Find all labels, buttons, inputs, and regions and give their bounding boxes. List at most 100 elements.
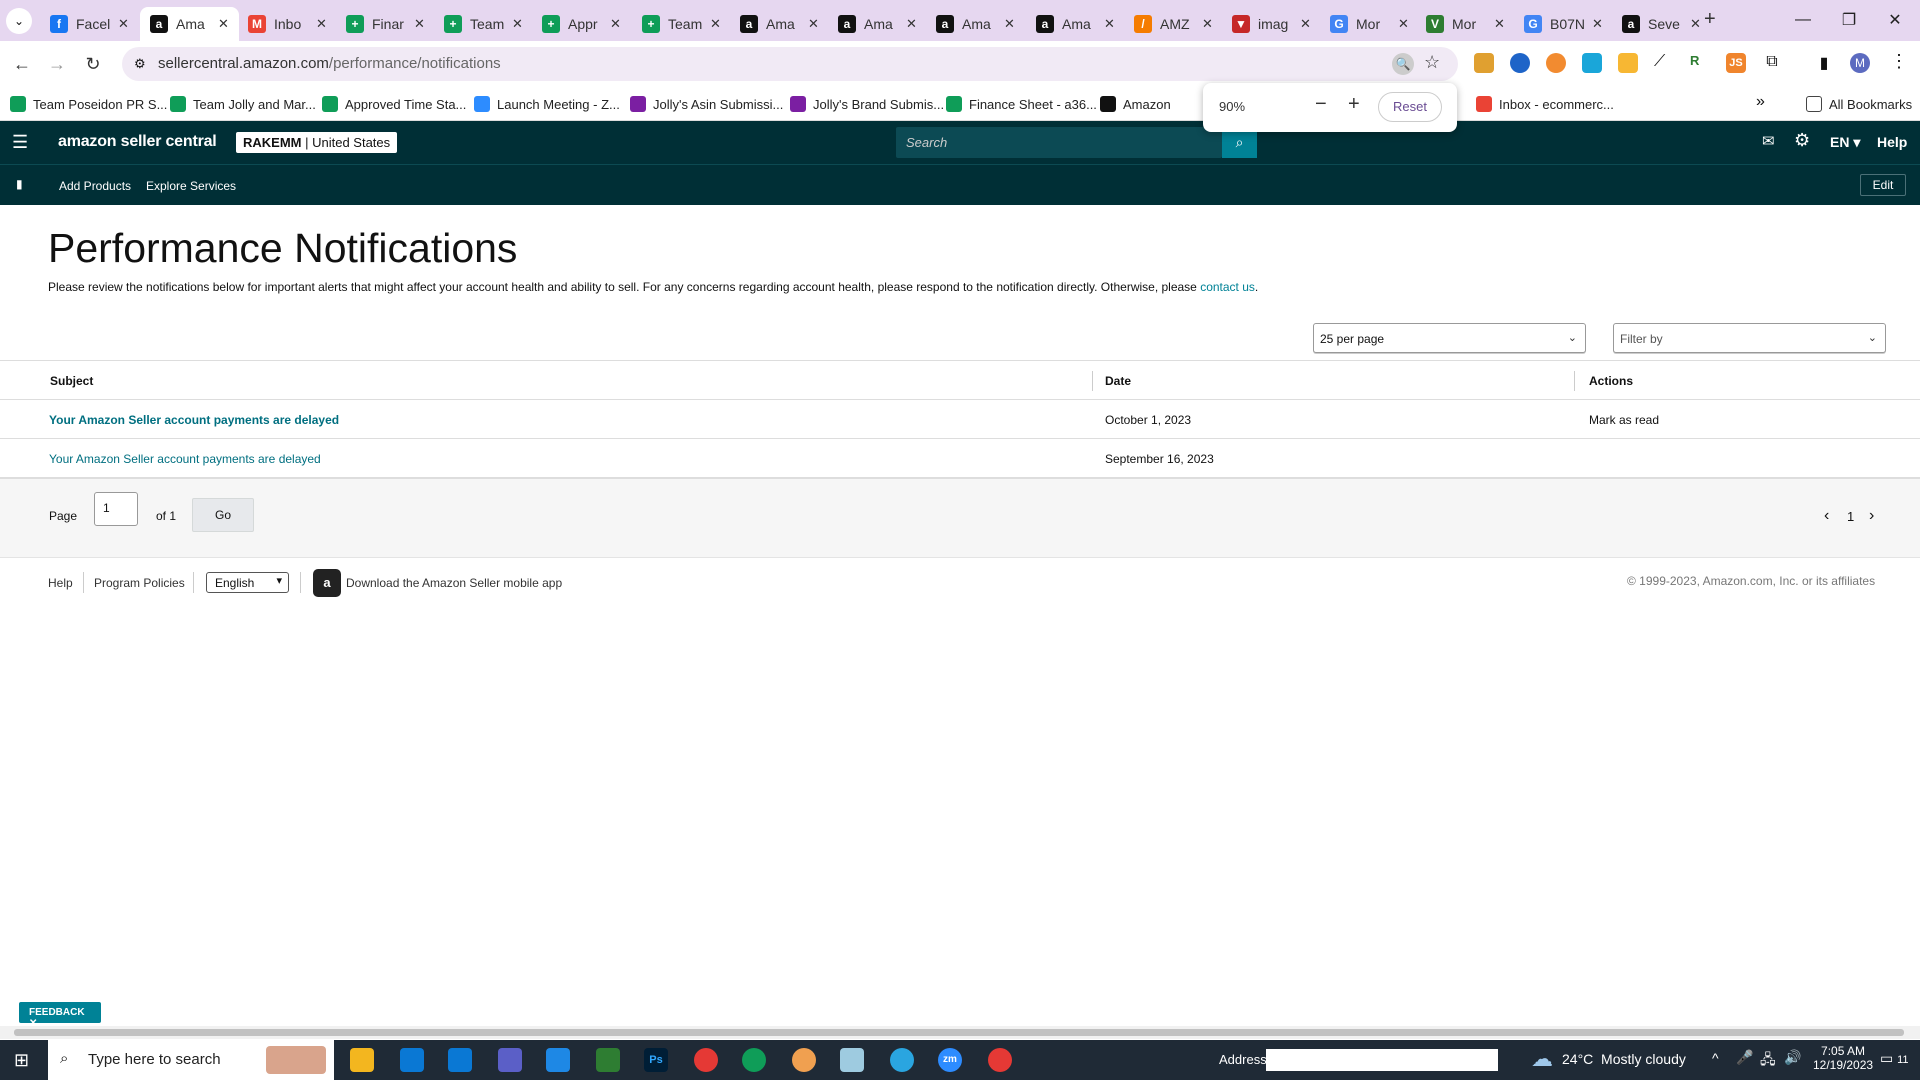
contact-us-link[interactable]: contact us [1200, 280, 1255, 294]
microphone-icon[interactable]: 🎤 [1736, 1049, 1753, 1066]
new-tab-button[interactable]: + [1704, 8, 1716, 31]
browser-tab[interactable]: a Ama ✕ [730, 7, 829, 41]
download-app-link[interactable]: Download the Amazon Seller mobile app [346, 576, 562, 590]
browser-tab[interactable]: a Ama ✕ [926, 7, 1025, 41]
browser-tab[interactable]: + Team ✕ [434, 7, 533, 41]
settings-gear-icon[interactable]: ⚙ [1794, 130, 1810, 151]
chrome-icon[interactable] [694, 1048, 718, 1072]
footer-language-select[interactable]: English ▾ [206, 572, 289, 593]
extension-icon[interactable]: JS [1726, 53, 1746, 73]
extension-icon[interactable] [1582, 53, 1602, 73]
browser-tab[interactable]: V Mor ✕ [1416, 7, 1515, 41]
extension-icon[interactable] [1546, 53, 1566, 73]
bookmark-item[interactable]: Inbox - ecommerc... [1476, 93, 1614, 115]
extension-icon[interactable]: ⟋ [1654, 53, 1674, 73]
prev-page-icon[interactable]: ‹ [1824, 507, 1829, 525]
current-page[interactable]: 1 [1847, 509, 1854, 524]
zoom-app-icon[interactable]: zm [938, 1048, 962, 1072]
bookmark-item[interactable]: Team Jolly and Mar... [170, 93, 316, 115]
next-page-icon[interactable]: › [1869, 507, 1874, 525]
close-tab-icon[interactable]: ✕ [218, 16, 229, 32]
close-tab-icon[interactable]: ✕ [118, 16, 129, 32]
side-panel-icon[interactable]: ▮ [1814, 53, 1834, 73]
notification-subject-link[interactable]: Your Amazon Seller account payments are … [49, 452, 321, 466]
profile-avatar[interactable]: M [1850, 53, 1870, 73]
footer-help-link[interactable]: Help [48, 576, 73, 590]
close-tab-icon[interactable]: ✕ [1300, 16, 1311, 32]
browser-tab[interactable]: G Mor ✕ [1320, 7, 1419, 41]
close-tab-icon[interactable]: ✕ [512, 16, 523, 32]
app-icon[interactable] [498, 1048, 522, 1072]
browser-tab[interactable]: G B07N ✕ [1514, 7, 1613, 41]
browser-tab[interactable]: + Appr ✕ [532, 7, 631, 41]
mark-as-read-link[interactable]: Mark as read [1589, 413, 1659, 427]
browser-tab[interactable]: a Ama ✕ [828, 7, 927, 41]
mail-app-icon[interactable] [400, 1048, 424, 1072]
seller-app-icon[interactable]: a [313, 569, 341, 597]
close-tab-icon[interactable]: ✕ [1202, 16, 1213, 32]
browser-tab[interactable]: a Seve ✕ [1612, 7, 1711, 41]
close-tab-icon[interactable]: ✕ [414, 16, 425, 32]
close-tab-icon[interactable]: ✕ [610, 16, 621, 32]
per-page-select[interactable]: 25 per page ⌄ [1313, 323, 1586, 353]
bookmark-item[interactable]: Jolly's Brand Submis... [790, 93, 944, 115]
page-number-input[interactable]: 1 [94, 492, 138, 526]
close-tab-icon[interactable]: ✕ [808, 16, 819, 32]
windows-start-icon[interactable]: ⊞ [14, 1050, 29, 1071]
language-selector[interactable]: EN ▾ [1830, 134, 1860, 151]
close-tab-icon[interactable]: ✕ [1104, 16, 1115, 32]
bookmark-item[interactable]: Team Poseidon PR S... [10, 93, 167, 115]
feedback-button[interactable]: FEEDBACK ✕ [19, 1002, 101, 1029]
zoom-in-button[interactable]: + [1348, 93, 1360, 116]
browser-tab[interactable]: ▼ imag ✕ [1222, 7, 1321, 41]
close-tab-icon[interactable]: ✕ [1004, 16, 1015, 32]
browser-tab[interactable]: / AMZ ✕ [1124, 7, 1223, 41]
close-tab-icon[interactable]: ✕ [1690, 16, 1701, 32]
bookmark-item[interactable]: Jolly's Asin Submissi... [630, 93, 783, 115]
bookmark-icon[interactable]: ▮ [16, 177, 23, 191]
bookmark-item[interactable]: Finance Sheet - a36... [946, 93, 1097, 115]
mail-icon[interactable]: ✉ [1762, 132, 1775, 150]
browser-tab[interactable]: a Ama ✕ [1026, 7, 1125, 41]
extension-icon[interactable] [1510, 53, 1530, 73]
restore-icon[interactable]: ❐ [1826, 0, 1872, 40]
app-icon[interactable] [546, 1048, 570, 1072]
browser-tab[interactable]: + Finar ✕ [336, 7, 435, 41]
close-tab-icon[interactable]: ✕ [906, 16, 917, 32]
browser-menu-icon[interactable]: ⋮ [1890, 51, 1908, 72]
volume-icon[interactable]: 🔊 [1784, 1049, 1801, 1066]
calculator-icon[interactable] [596, 1048, 620, 1072]
minimize-icon[interactable]: — [1780, 0, 1826, 40]
taskbar-search-box[interactable]: ⌕ Type here to search [48, 1040, 334, 1080]
all-bookmarks[interactable]: All Bookmarks [1806, 93, 1912, 115]
scrollbar-thumb[interactable] [14, 1029, 1904, 1036]
extension-icon[interactable] [1474, 53, 1494, 73]
close-window-icon[interactable]: ✕ [1872, 0, 1918, 40]
nav-add-products[interactable]: Add Products [59, 179, 131, 193]
bookmark-item[interactable]: Launch Meeting - Z... [474, 93, 620, 115]
close-tab-icon[interactable]: ✕ [1398, 16, 1409, 32]
tray-chevron-icon[interactable]: ^ [1712, 1050, 1719, 1066]
extension-icon[interactable]: R [1690, 53, 1710, 73]
browser-tab[interactable]: f Facel ✕ [40, 7, 139, 41]
back-icon[interactable]: ← [7, 49, 37, 79]
tab-search-icon[interactable]: ⌄ [6, 8, 32, 34]
url-text[interactable]: sellercentral.amazon.com/performance/not… [158, 55, 501, 72]
nav-explore-services[interactable]: Explore Services [146, 179, 236, 193]
close-tab-icon[interactable]: ✕ [316, 16, 327, 32]
bookmark-item[interactable]: Amazon [1100, 93, 1171, 115]
telegram-icon[interactable] [890, 1048, 914, 1072]
app-icon[interactable] [792, 1048, 816, 1072]
notification-subject-link[interactable]: Your Amazon Seller account payments are … [49, 413, 339, 427]
file-explorer-icon[interactable] [350, 1048, 374, 1072]
zoom-out-button[interactable]: − [1315, 93, 1327, 116]
photoshop-icon[interactable]: Ps [644, 1048, 668, 1072]
close-tab-icon[interactable]: ✕ [1494, 16, 1505, 32]
store-icon[interactable] [448, 1048, 472, 1072]
taskbar-address-input[interactable] [1266, 1049, 1498, 1071]
browser-tab[interactable]: M Inbo ✕ [238, 7, 337, 41]
site-info-icon[interactable]: ⚙ [134, 56, 146, 72]
reload-icon[interactable]: ↻ [78, 49, 108, 79]
extension-icon[interactable] [1618, 53, 1638, 73]
weather-text[interactable]: 24°C Mostly cloudy [1562, 1051, 1686, 1067]
